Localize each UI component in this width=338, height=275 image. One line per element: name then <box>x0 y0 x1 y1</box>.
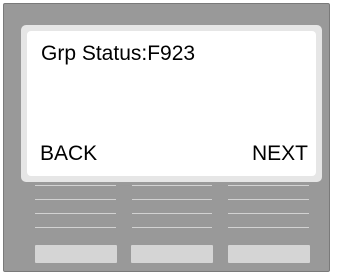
display-bezel: Grp Status:F923 BACK NEXT <box>21 25 322 182</box>
next-softkey[interactable]: NEXT <box>250 142 310 166</box>
display-line-1: Grp Status:F923 <box>41 42 196 65</box>
right-hard-key[interactable] <box>228 245 310 263</box>
left-hard-key[interactable] <box>35 245 117 263</box>
lcd-display: Grp Status:F923 BACK NEXT <box>27 31 316 176</box>
middle-hard-key[interactable] <box>131 245 213 263</box>
device-housing: Grp Status:F923 BACK NEXT <box>3 3 330 272</box>
back-softkey[interactable]: BACK <box>38 142 99 166</box>
